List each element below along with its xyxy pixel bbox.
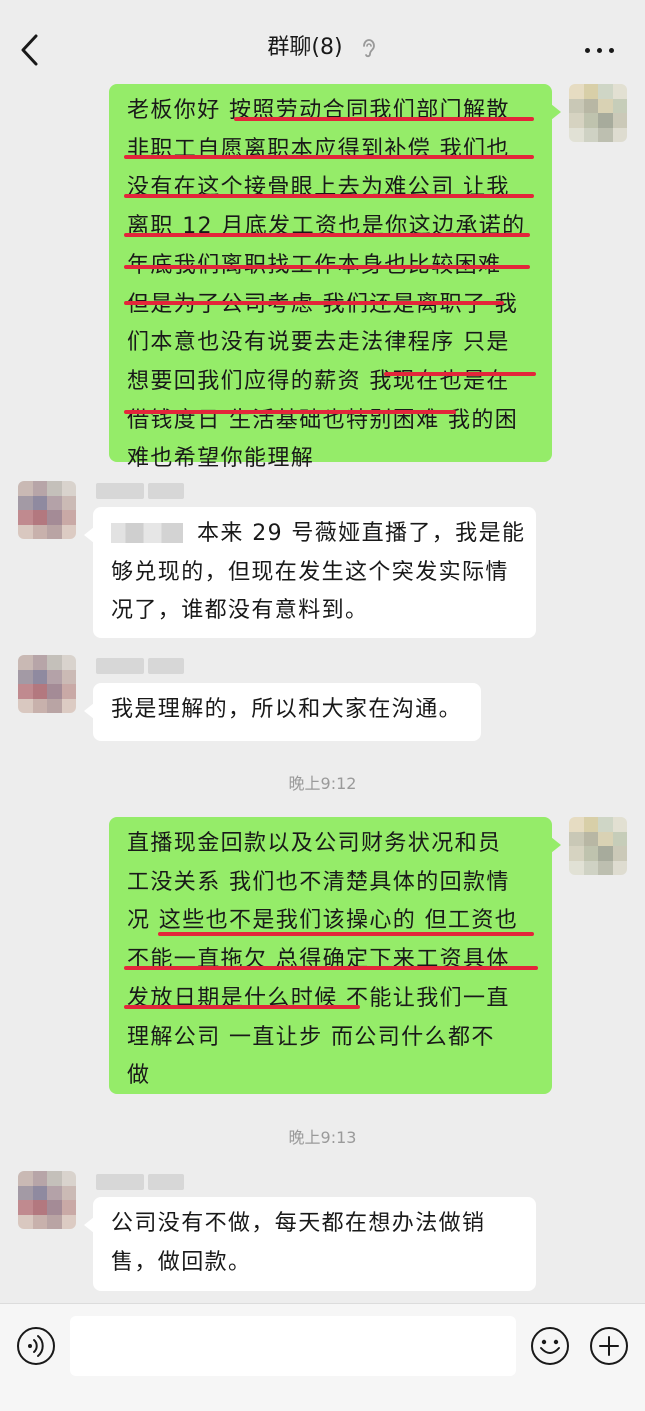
red-underline (124, 410, 456, 414)
ear-icon (362, 39, 375, 58)
message-line: 我是理解的，所以和大家在沟通。 (111, 697, 463, 722)
message-line: 没有在这个接骨眼上去为难公司 让我 (127, 175, 510, 201)
message-line: 不能一直拖欠 总得确定下来工资具体 (127, 947, 510, 973)
red-underline (234, 117, 534, 121)
red-underline (124, 155, 534, 159)
my-message-bubble[interactable]: 直播现金回款以及公司财务状况和员 工没关系 我们也不清楚具体的回款情 况 这些也… (109, 817, 561, 1094)
sender-name (96, 658, 184, 676)
sender-name (96, 1174, 184, 1192)
member-avatar[interactable] (18, 481, 76, 539)
more-dots-icon[interactable] (583, 40, 617, 60)
message-line: 发放日期是什么时候 不能让我们一直 (127, 985, 510, 1011)
message-line: 离职 12 月底发工资也是你这边承诺的 (127, 214, 526, 240)
chat-title-row: 群聊(8) (0, 32, 645, 64)
mention-tag (111, 523, 183, 543)
message-line: 老板你好 按照劳动合同我们部门解散 (127, 98, 510, 123)
my-avatar[interactable] (569, 817, 627, 875)
red-underline (124, 966, 538, 970)
member-message-bubble[interactable]: 我是理解的，所以和大家在沟通。 (84, 683, 481, 741)
red-underline (124, 233, 530, 237)
voice-icon[interactable] (16, 1326, 56, 1366)
my-message-bubble[interactable]: 老板你好 按照劳动合同我们部门解散 非职工自愿离职本应得到补偿 我们也 没有在这… (109, 84, 561, 471)
message-line: 直播现金回款以及公司财务状况和员 (127, 831, 502, 856)
input-bar (0, 1303, 645, 1390)
message-line: 够兑现的，但现在发生这个突发实际情 (111, 559, 509, 585)
timestamp: 晚上9:13 (288, 1128, 357, 1147)
red-underline (124, 265, 530, 269)
message-line: 做 (127, 1063, 151, 1089)
sender-name (96, 483, 184, 501)
message-line: 况了，谁都没有意料到。 (111, 598, 369, 624)
member-message-bubble[interactable]: 公司没有不做，每天都在想办法做销 售，做回款。 (84, 1197, 536, 1291)
red-underline (124, 194, 534, 198)
red-underline (158, 932, 534, 936)
timestamp: 晚上9:12 (288, 774, 357, 793)
message-line: 想要回我们应得的薪资 我现在也是在 (127, 368, 510, 394)
message-line: 售，做回款。 (111, 1249, 252, 1275)
emoji-icon[interactable] (530, 1326, 570, 1366)
member-avatar[interactable] (18, 655, 76, 713)
member-message-bubble[interactable]: 本来 29 号薇娅直播了，我是能 够兑现的，但现在发生这个突发实际情 况了，谁都… (84, 507, 536, 638)
message-line: 本来 29 号薇娅直播了，我是能 (111, 515, 524, 554)
message-input[interactable] (70, 1316, 516, 1376)
red-underline (124, 301, 504, 305)
message-line: 难也希望你能理解 (127, 446, 315, 472)
message-line: 理解公司 一直让步 而公司什么都不 (127, 1024, 495, 1050)
message-line: 非职工自愿离职本应得到补偿 我们也 (127, 136, 510, 162)
my-avatar[interactable] (569, 84, 627, 142)
chat-title: 群聊(8) (267, 35, 343, 60)
message-line: 公司没有不做，每天都在想办法做销 (111, 1211, 486, 1236)
red-underline (384, 372, 536, 376)
member-avatar[interactable] (18, 1171, 76, 1229)
chat-header: 群聊(8) (0, 0, 645, 86)
message-line: 工没关系 我们也不清楚具体的回款情 (127, 869, 510, 895)
message-line: 们本意也没有说要去走法律程序 只是 (127, 330, 510, 356)
red-underline (124, 1005, 360, 1009)
bottom-safe-area (0, 1389, 645, 1411)
message-line: 借钱度日 生活基础也特别困难 我的困 (127, 407, 519, 433)
plus-circle-icon[interactable] (589, 1326, 629, 1366)
